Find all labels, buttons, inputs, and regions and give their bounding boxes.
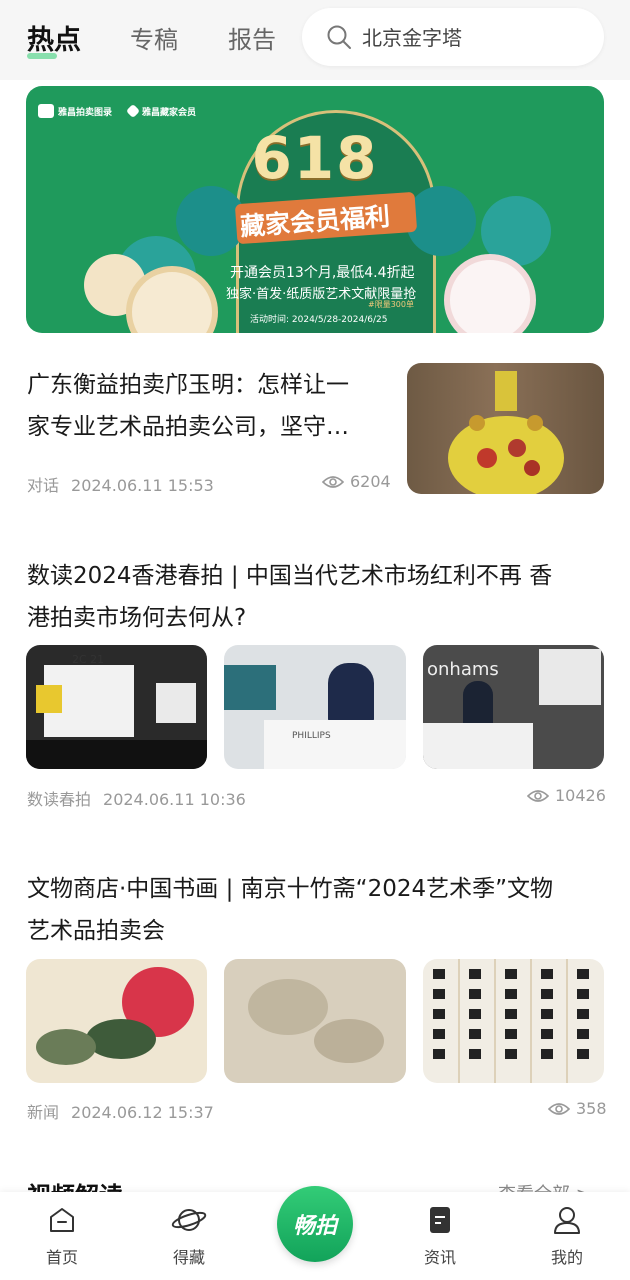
tab-feature[interactable]: 专稿 bbox=[130, 20, 178, 55]
vase-image bbox=[448, 371, 564, 494]
center-action-label: 畅拍 bbox=[292, 1214, 337, 1239]
view-count-value: 10426 bbox=[555, 786, 606, 805]
article-date: 2024.06.12 15:37 bbox=[71, 1103, 214, 1122]
promo-banner[interactable]: 雅昌拍卖图录 雅昌藏家会员 618 藏家会员福利 开通会员13个月,最低4.4折… bbox=[26, 86, 604, 333]
article-thumbnail[interactable] bbox=[423, 959, 604, 1083]
nav-profile[interactable]: 我的 bbox=[527, 1204, 607, 1268]
search-input[interactable] bbox=[362, 21, 582, 51]
article-category: 新闻 bbox=[27, 1103, 60, 1122]
vip-logo-icon bbox=[125, 103, 141, 119]
home-icon bbox=[50, 1208, 74, 1232]
nav-collect[interactable]: 得藏 bbox=[149, 1204, 229, 1268]
thumb-caption: PHILLIPS bbox=[292, 731, 331, 741]
article-title-line: 家专业艺术品拍卖公司，坚守… bbox=[27, 414, 349, 440]
top-header: 热点 专稿 报告 bbox=[0, 0, 630, 80]
nav-news[interactable]: 资讯 bbox=[400, 1204, 480, 1268]
view-count-value: 358 bbox=[576, 1099, 607, 1118]
news-icon bbox=[430, 1207, 450, 1233]
eye-icon bbox=[527, 789, 549, 802]
tab-report[interactable]: 报告 bbox=[228, 20, 276, 55]
article-meta: 数读春拍 2024.06.11 10:36 bbox=[27, 786, 246, 810]
article-category: 对话 bbox=[27, 476, 60, 495]
thumb-caption: onhams bbox=[427, 659, 499, 680]
nav-collect-label: 得藏 bbox=[172, 1248, 205, 1267]
view-count: 358 bbox=[548, 1099, 607, 1118]
eye-icon bbox=[322, 475, 344, 488]
thumb-caption: 2C 21 bbox=[72, 653, 105, 666]
article-thumbnail[interactable] bbox=[224, 959, 406, 1083]
nav-home-label: 首页 bbox=[45, 1248, 78, 1267]
banner-line4: 活动时间: 2024/5/28-2024/6/25 bbox=[250, 315, 388, 325]
article-title-line: 数读2024香港春拍 | 中国当代艺术市场红利不再 香 bbox=[27, 563, 553, 589]
article-date: 2024.06.11 15:53 bbox=[71, 476, 214, 495]
view-count: 10426 bbox=[527, 786, 606, 805]
search-icon bbox=[327, 25, 351, 49]
active-tab-indicator bbox=[27, 53, 57, 59]
planet-icon bbox=[171, 1209, 207, 1231]
search-bar[interactable] bbox=[302, 8, 604, 66]
banner-618: 618 bbox=[251, 124, 379, 192]
banner-brand-right: 雅昌藏家会员 bbox=[142, 107, 197, 118]
article-date: 2024.06.11 10:36 bbox=[103, 790, 246, 809]
flower-decoration bbox=[444, 254, 536, 333]
article-meta: 对话 2024.06.11 15:53 bbox=[27, 472, 214, 496]
banner-line1: 开通会员13个月,最低4.4折起 bbox=[230, 265, 415, 281]
calligraphy-image bbox=[433, 959, 589, 1083]
article-title: 广东衡益拍卖邝玉明：怎样让一 家专业艺术品拍卖公司，坚守… bbox=[27, 364, 387, 448]
banner-line3: #限量300单 bbox=[368, 300, 414, 309]
article-title: 文物商店·中国书画 | 南京十竹斋“2024艺术季”文物 艺术品拍卖会 bbox=[27, 868, 607, 952]
article-title-line: 广东衡益拍卖邝玉明：怎样让一 bbox=[27, 372, 349, 398]
center-action-button[interactable]: 畅拍 bbox=[277, 1186, 353, 1262]
nav-profile-label: 我的 bbox=[550, 1248, 583, 1267]
view-count: 6204 bbox=[322, 472, 391, 491]
article-category: 数读春拍 bbox=[27, 790, 92, 809]
article-thumbnail[interactable]: PHILLIPS bbox=[224, 645, 406, 769]
banner-brand-row: 雅昌拍卖图录 雅昌藏家会员 bbox=[38, 103, 197, 119]
article-title-line: 港拍卖市场何去何从? bbox=[27, 605, 247, 631]
view-count-value: 6204 bbox=[350, 472, 391, 491]
article-thumbnail[interactable]: onhams bbox=[423, 645, 604, 769]
profile-icon bbox=[554, 1207, 580, 1234]
article-title-line: 艺术品拍卖会 bbox=[27, 918, 165, 944]
article-thumbnail[interactable] bbox=[407, 363, 604, 494]
nav-news-label: 资讯 bbox=[423, 1248, 456, 1267]
banner-brand-left: 雅昌拍卖图录 bbox=[58, 107, 113, 118]
eye-icon bbox=[548, 1102, 570, 1115]
tab-hot-label: 热点 bbox=[27, 25, 81, 56]
article-title: 数读2024香港春拍 | 中国当代艺术市场红利不再 香 港拍卖市场何去何从? bbox=[27, 555, 607, 639]
article-meta: 新闻 2024.06.12 15:37 bbox=[27, 1099, 214, 1123]
article-title-line: 文物商店·中国书画 | 南京十竹斋“2024艺术季”文物 bbox=[27, 876, 554, 902]
nav-home[interactable]: 首页 bbox=[22, 1204, 102, 1268]
article-thumbnail[interactable]: 2C 21 bbox=[26, 645, 207, 769]
article-thumbnail[interactable] bbox=[26, 959, 207, 1083]
tab-hot[interactable]: 热点 bbox=[27, 18, 81, 59]
artron-logo-icon bbox=[38, 104, 54, 118]
